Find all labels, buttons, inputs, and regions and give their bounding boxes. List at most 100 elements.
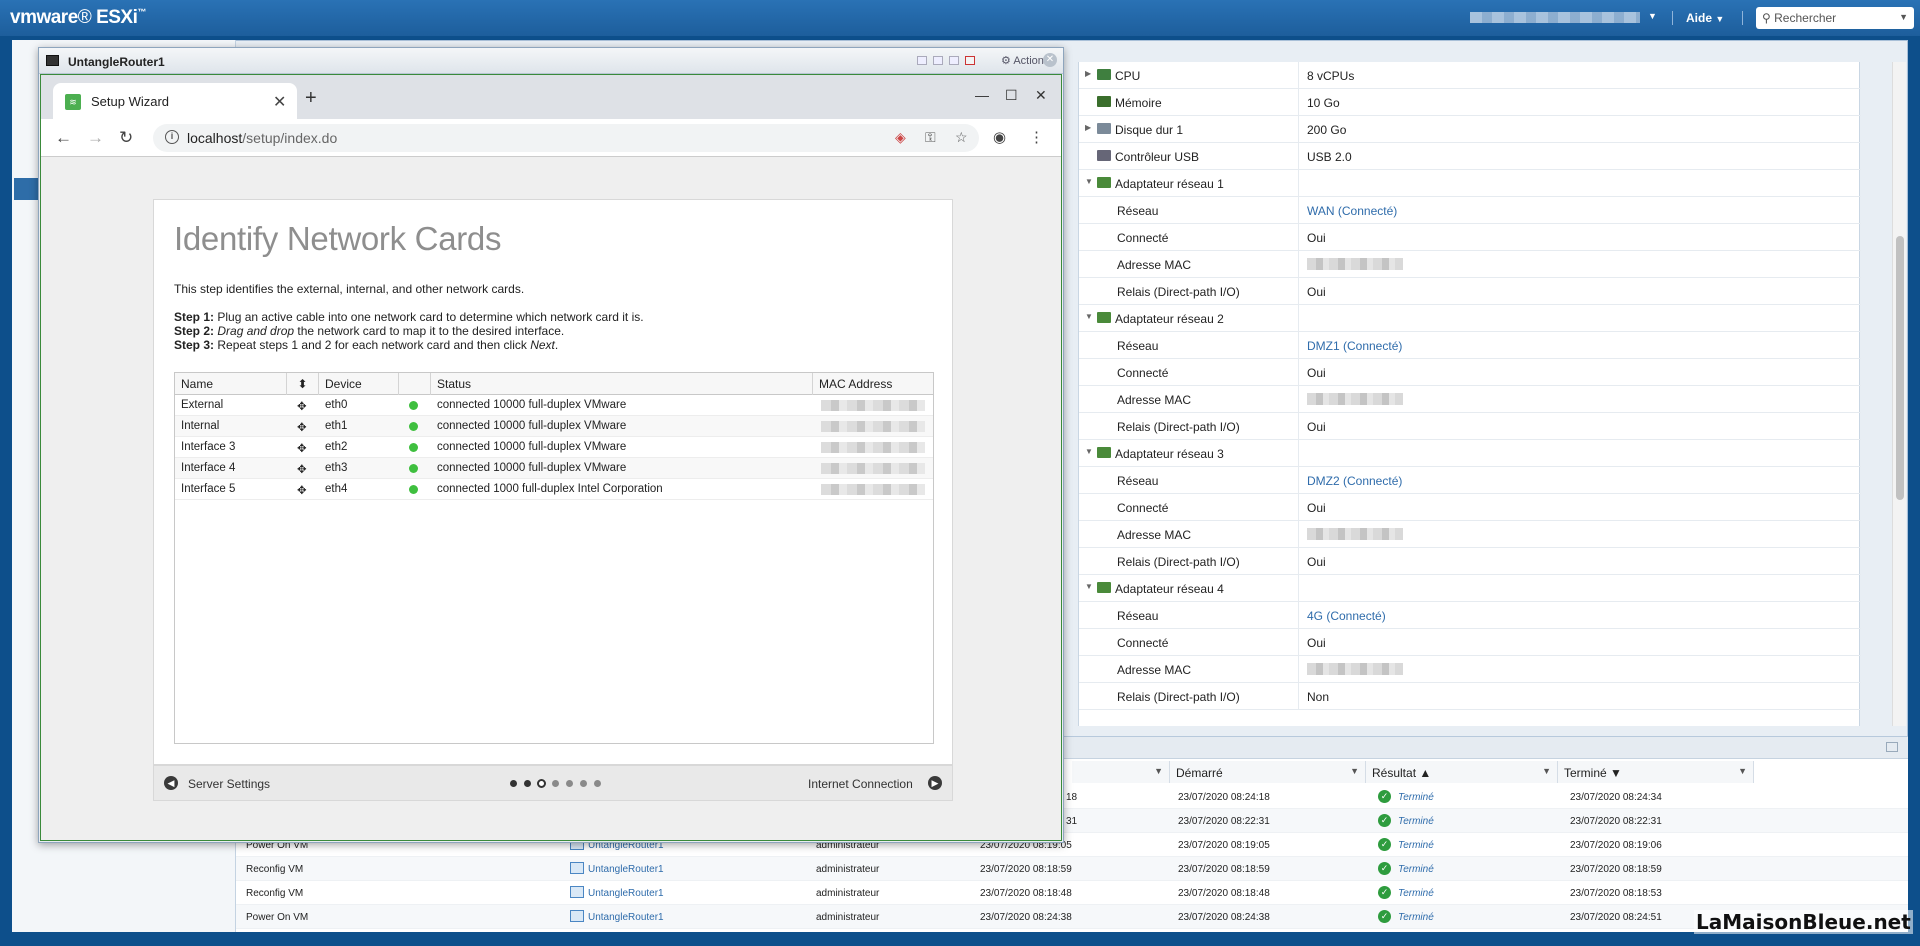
next-button[interactable]: Internet Connection [808, 777, 913, 791]
chevron-down-icon[interactable]: ▼ [1085, 177, 1093, 186]
status-dot-icon [409, 401, 418, 410]
previous-button[interactable]: Server Settings [188, 777, 270, 791]
chevron-down-icon[interactable]: ▼ [1899, 12, 1908, 22]
column-header-2[interactable]: Terminé ▼ ▼ [1558, 761, 1754, 783]
keyboard-flag-icon[interactable] [965, 56, 975, 65]
link-status: connected 10000 full-duplex VMware [437, 399, 627, 411]
chevron-down-icon[interactable]: ▼ [1085, 312, 1093, 321]
chevron-down-icon[interactable]: ▼ [1648, 11, 1657, 21]
column-header-queued[interactable]: ▼ [1072, 761, 1170, 783]
chevron-down-icon[interactable]: ▼ [1350, 766, 1359, 776]
key-icon[interactable]: ⚿ [925, 129, 936, 146]
drag-handle-icon[interactable]: ✥ [297, 462, 307, 476]
task-target-link[interactable]: UntangleRouter1 [588, 888, 664, 899]
network-link[interactable]: DMZ2 (Connecté) [1307, 474, 1402, 488]
column-header-1[interactable]: Résultat ▲ ▼ [1366, 761, 1558, 783]
blocked-cookies-icon[interactable]: ◈ [895, 129, 906, 146]
table-row[interactable]: Internal ✥ eth1 connected 10000 full-duplex… [175, 416, 933, 437]
column-header-name[interactable]: Name [175, 373, 287, 395]
task-completed: 23/07/2020 08:24:51 [1570, 912, 1662, 923]
window-control-icon[interactable] [933, 56, 943, 65]
chevron-down-icon[interactable]: ▼ [1154, 766, 1163, 776]
address-bar[interactable]: i localhost/setup/index.do ◈ ⚿ ☆ [153, 124, 979, 152]
detail-label-text: Relais (Direct-path I/O) [1117, 420, 1240, 434]
chevron-down-icon[interactable]: ▼ [1738, 766, 1747, 776]
chevron-right-icon[interactable]: ▶ [1085, 123, 1091, 132]
column-header-mac[interactable]: MAC Address [813, 373, 933, 395]
reload-icon[interactable]: ↻ [119, 128, 133, 148]
previous-icon[interactable]: ◀ [164, 776, 178, 790]
user-menu[interactable] [1470, 12, 1640, 23]
task-result: Terminé [1398, 792, 1434, 803]
menu-icon[interactable]: ⋮ [1029, 128, 1044, 146]
task-started: 23/07/2020 08:18:48 [1178, 888, 1270, 899]
column-header-label: Démarré [1176, 766, 1223, 780]
sort-icon[interactable]: ⬍ [287, 373, 319, 395]
minimize-icon[interactable]: — [975, 87, 989, 103]
detail-label-text: Réseau [1117, 609, 1159, 623]
drag-handle-icon[interactable]: ✥ [297, 420, 307, 434]
star-icon[interactable]: ☆ [955, 129, 968, 146]
browser-tab[interactable]: ≋ Setup Wizard ✕ [53, 83, 297, 119]
network-link[interactable]: 4G (Connecté) [1307, 609, 1386, 623]
detail-label: Relais (Direct-path I/O) [1079, 548, 1299, 574]
chevron-down-icon[interactable]: ▼ [1542, 766, 1551, 776]
table-row[interactable]: Reconfig VM UntangleRouter1 administrateur… [236, 857, 1908, 881]
account-icon[interactable]: ◉ [993, 128, 1006, 146]
detail-row: Adresse MAC [1079, 656, 1861, 683]
task-queued: 23/07/2020 08:18:59 [980, 864, 1072, 875]
close-tab-icon[interactable]: ✕ [273, 92, 286, 112]
table-row[interactable]: Interface 4 ✥ eth3 connected 10000 full-dup… [175, 458, 933, 479]
chevron-down-icon[interactable]: ▼ [1085, 447, 1093, 456]
back-icon[interactable]: ← [55, 128, 72, 148]
close-icon[interactable]: ✕ [1043, 53, 1057, 67]
mac-address-redacted [821, 484, 925, 495]
new-tab-icon[interactable]: + [305, 87, 317, 110]
column-header-device[interactable]: Device [319, 373, 399, 395]
table-row[interactable]: Interface 5 ✥ eth4 connected 1000 full-dupl… [175, 479, 933, 500]
detail-label: Réseau [1079, 332, 1299, 358]
window-control-icon[interactable] [949, 56, 959, 65]
detail-label: Relais (Direct-path I/O) [1079, 413, 1299, 439]
chevron-down-icon[interactable]: ▼ [1085, 582, 1093, 591]
help-menu[interactable]: Aide ▼ [1686, 11, 1724, 25]
detail-label: Relais (Direct-path I/O) [1079, 683, 1299, 709]
network-link[interactable]: DMZ1 (Connecté) [1307, 339, 1402, 353]
drag-handle-icon[interactable]: ✥ [297, 483, 307, 497]
hardware-icon [1097, 582, 1111, 593]
detail-label-text: Relais (Direct-path I/O) [1117, 690, 1240, 704]
vmware-esxi-logo[interactable]: vmware® ESXi™ [10, 7, 146, 29]
url-text[interactable]: localhost/setup/index.do [187, 130, 337, 146]
column-header-status[interactable]: Status [431, 373, 813, 395]
task-target-link[interactable]: UntangleRouter1 [588, 912, 664, 923]
column-header-0[interactable]: Démarré ▼ [1170, 761, 1366, 783]
window-control-icon[interactable] [917, 56, 927, 65]
network-link[interactable]: WAN (Connecté) [1307, 204, 1397, 218]
task-target-link[interactable]: UntangleRouter1 [588, 864, 664, 875]
table-row[interactable]: Reconfig VM UntangleRouter1 administrateur… [236, 881, 1908, 905]
drag-handle-icon[interactable]: ✥ [297, 441, 307, 455]
table-row[interactable]: Power On VM UntangleRouter1 administrateur… [236, 905, 1908, 929]
progress-step-dot [580, 780, 587, 787]
detail-label-text: Disque dur 1 [1115, 123, 1184, 137]
next-icon[interactable]: ▶ [928, 776, 942, 790]
detail-label-text: Adaptateur réseau 4 [1115, 582, 1224, 596]
detail-label-text: Réseau [1117, 204, 1159, 218]
detail-label-text: Adresse MAC [1117, 258, 1192, 272]
search-input[interactable]: ⚲ Rechercher ▼ [1756, 7, 1914, 29]
chevron-right-icon[interactable]: ▶ [1085, 69, 1091, 78]
details-scrollbar[interactable] [1892, 62, 1906, 726]
forward-icon[interactable]: → [87, 128, 104, 148]
drag-handle-icon[interactable]: ✥ [297, 399, 307, 413]
vm-console-titlebar[interactable]: UntangleRouter1 ⚙ Actions ✕ [39, 48, 1063, 74]
table-row[interactable]: Interface 3 ✥ eth2 connected 10000 full-dup… [175, 437, 933, 458]
check-icon: ✓ [1378, 790, 1391, 803]
maximize-icon[interactable]: ☐ [1005, 87, 1018, 104]
close-icon[interactable]: ✕ [1035, 87, 1047, 104]
detail-row: Adresse MAC [1079, 386, 1861, 413]
info-icon[interactable]: i [165, 130, 179, 144]
table-row[interactable]: External ✥ eth0 connected 10000 full-duplex… [175, 395, 933, 416]
scrollbar-thumb[interactable] [1896, 236, 1904, 500]
detail-label-text: Contrôleur USB [1115, 150, 1200, 164]
minimize-icon[interactable] [1886, 742, 1898, 752]
